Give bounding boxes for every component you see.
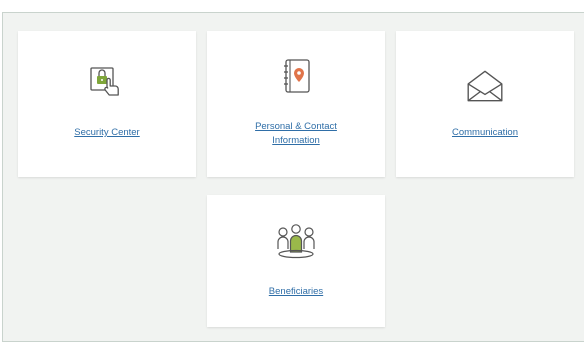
envelope-open-icon [467, 70, 503, 102]
account-options-panel: Security Center Personal & Contact Infor… [2, 12, 584, 342]
beneficiaries-link[interactable]: Beneficiaries [207, 285, 385, 299]
address-book-location-icon [284, 59, 310, 93]
beneficiaries-card[interactable]: Beneficiaries [207, 195, 385, 327]
security-lock-hand-icon [90, 67, 119, 96]
personal-contact-link-line2: Information [272, 135, 320, 146]
personal-contact-information-card[interactable]: Personal & Contact Information [207, 31, 385, 177]
security-center-link[interactable]: Security Center [18, 126, 196, 140]
personal-contact-link-line1: Personal & Contact [255, 121, 337, 132]
people-group-icon [277, 224, 315, 259]
communication-link[interactable]: Communication [396, 126, 574, 140]
security-center-card[interactable]: Security Center [18, 31, 196, 177]
personal-contact-information-link[interactable]: Personal & Contact Information [207, 120, 385, 148]
communication-card[interactable]: Communication [396, 31, 574, 177]
